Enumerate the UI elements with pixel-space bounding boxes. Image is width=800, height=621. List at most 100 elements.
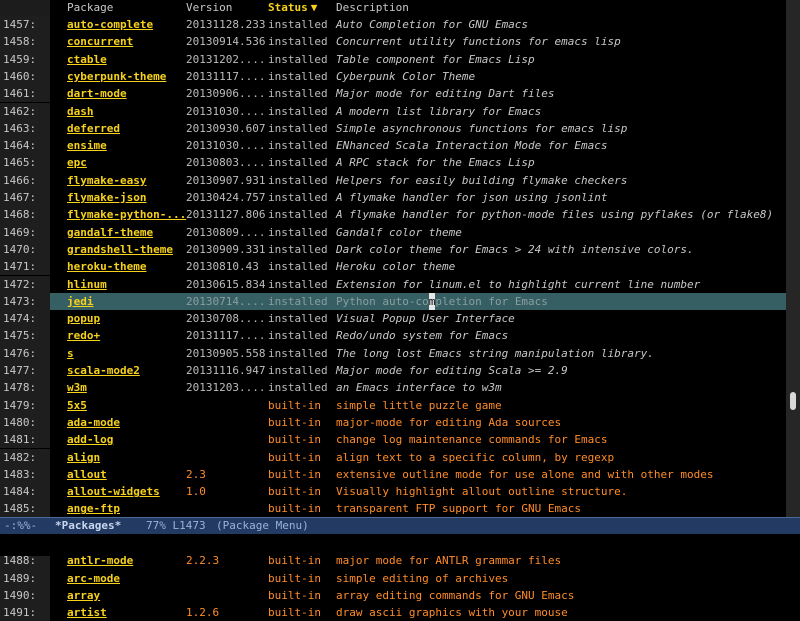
package-name-link[interactable]: dart-mode bbox=[67, 85, 127, 102]
package-name-link[interactable]: epc bbox=[67, 154, 87, 171]
table-row[interactable]: 1465: epc 20130803.... installed A RPC stack… bbox=[0, 154, 786, 172]
package-status: built-in bbox=[268, 415, 321, 429]
table-row[interactable]: 1464: ensime 20131030.... installed ENhanced… bbox=[0, 137, 786, 155]
package-name-link[interactable]: jedi bbox=[67, 293, 94, 310]
package-name-link[interactable]: heroku-theme bbox=[67, 258, 146, 275]
table-row[interactable]: 1459: ctable 20131202.... installed Table co… bbox=[0, 50, 786, 68]
package-status: built-in bbox=[268, 571, 321, 585]
modeline-major-mode[interactable]: (Package Menu) bbox=[216, 518, 309, 534]
package-status: installed bbox=[268, 35, 328, 49]
package-name-link[interactable]: w3m bbox=[67, 379, 87, 396]
package-name-link[interactable]: popup bbox=[67, 310, 100, 327]
package-description: Concurrent utility functions for emacs l… bbox=[336, 35, 621, 49]
package-status: installed bbox=[268, 208, 328, 222]
line-number: 1462: bbox=[0, 102, 50, 120]
package-description: Table component for Emacs Lisp bbox=[336, 52, 535, 66]
table-row[interactable]: 1461: dart-mode 20130906.... installed Major… bbox=[0, 85, 786, 103]
package-name-link[interactable]: auto-complete bbox=[67, 16, 153, 33]
table-row[interactable]: 1470: grandshell-theme 20130909.331 install… bbox=[0, 240, 786, 259]
table-row[interactable]: 1483: allout 2.3 built-in extensive outline … bbox=[0, 465, 786, 484]
table-row[interactable]: 1480: ada-mode built-in major-mode for edit… bbox=[0, 413, 786, 432]
column-header-status-label: Status bbox=[268, 1, 308, 14]
package-name-link[interactable]: ange-ftp bbox=[67, 500, 120, 517]
column-header-description[interactable]: Description bbox=[336, 1, 409, 15]
package-name-link[interactable]: redo+ bbox=[67, 327, 100, 344]
table-row[interactable]: 1472: hlinum 20130615.834 installed Extensio… bbox=[0, 275, 786, 293]
package-description: array editing commands for GNU Emacs bbox=[336, 588, 575, 602]
table-row[interactable]: 1473: jedi 20130714.... installed Python aut… bbox=[0, 292, 786, 311]
package-name-link[interactable]: array bbox=[67, 587, 100, 604]
table-row[interactable]: 1463: deferred 20130930.607 installed Simple… bbox=[0, 119, 786, 138]
table-row[interactable]: 1474: popup 20130708.... installed Visual Po… bbox=[0, 310, 786, 328]
package-description: simple editing of archives bbox=[336, 571, 509, 585]
table-row[interactable]: 1477: scala-mode2 20131116.947 installed Maj… bbox=[0, 362, 786, 380]
package-description: Helpers for easily building flymake chec… bbox=[336, 173, 628, 187]
package-description: Major mode for editing Scala >= 2.9 bbox=[336, 364, 568, 377]
line-number: 1466: bbox=[0, 171, 50, 189]
package-name-link[interactable]: allout bbox=[67, 466, 107, 483]
package-name-link[interactable]: arc-mode bbox=[67, 570, 120, 587]
table-row[interactable]: 1484: allout-widgets 1.0 built-in Visually h… bbox=[0, 483, 786, 501]
table-row[interactable]: 1458: concurrent 20130914.536 installed Conc… bbox=[0, 33, 786, 51]
package-version: 20130424.757 bbox=[186, 191, 266, 204]
package-name-link[interactable]: align bbox=[67, 449, 100, 466]
table-row[interactable]: 1481: add-log built-in change log maintenan… bbox=[0, 431, 786, 449]
package-name-link[interactable]: flymake-json bbox=[67, 189, 146, 206]
line-number: 1490: bbox=[0, 586, 50, 605]
package-name-link[interactable]: concurrent bbox=[67, 33, 133, 50]
package-name-link[interactable]: allout-widgets bbox=[67, 483, 160, 500]
vertical-scrollbar[interactable] bbox=[786, 0, 800, 517]
package-name-link[interactable]: grandshell-theme bbox=[67, 241, 173, 258]
package-name-link[interactable]: add-log bbox=[67, 431, 113, 448]
scrollbar-thumb[interactable] bbox=[790, 392, 796, 410]
line-number: 1472: bbox=[0, 275, 50, 293]
package-name-link[interactable]: ctable bbox=[67, 51, 107, 68]
column-header-version[interactable]: Version bbox=[186, 1, 232, 15]
column-header-status[interactable]: Status ▼ bbox=[268, 1, 317, 15]
package-name-link[interactable]: dash bbox=[67, 103, 94, 120]
package-name-link[interactable]: gandalf-theme bbox=[67, 224, 153, 241]
package-status: built-in bbox=[268, 433, 321, 447]
table-row[interactable]: 1491: artist 1.2.6 built-in draw ascii graph… bbox=[0, 604, 786, 621]
package-version: 20130809.... bbox=[186, 225, 266, 239]
table-row[interactable]: 1489: arc-mode built-in simple editing of a… bbox=[0, 569, 786, 587]
table-row[interactable]: 1485: ange-ftp built-in transparent FTP sup… bbox=[0, 500, 786, 518]
table-row[interactable]: 1471: heroku-theme 20130810.43 installed Her… bbox=[0, 258, 786, 276]
package-name-link[interactable]: artist bbox=[67, 604, 107, 621]
table-row[interactable]: 1466: flymake-easy 20130907.931 installed He… bbox=[0, 171, 786, 189]
package-name-link[interactable]: cyberpunk-theme bbox=[67, 68, 166, 85]
package-name-link[interactable]: scala-mode2 bbox=[67, 362, 140, 379]
table-row[interactable]: 1490: array built-in array editing commands… bbox=[0, 586, 786, 605]
package-status: built-in bbox=[268, 398, 321, 412]
column-header-package[interactable]: Package bbox=[67, 1, 113, 15]
package-status: built-in bbox=[268, 502, 321, 516]
package-name-link[interactable]: 5x5 bbox=[67, 397, 87, 414]
package-name-link[interactable]: ensime bbox=[67, 137, 107, 154]
package-name-link[interactable]: deferred bbox=[67, 120, 120, 137]
package-name-link[interactable]: flymake-easy bbox=[67, 172, 146, 189]
package-description: Redo/undo system for Emacs bbox=[336, 329, 509, 343]
line-number: 1483: bbox=[0, 465, 50, 484]
table-row[interactable]: 1457: auto-complete 20131128.233 installed A… bbox=[0, 16, 786, 34]
table-row[interactable]: 1467: flymake-json 20130424.757 installed A … bbox=[0, 189, 786, 207]
table-row[interactable]: 1469: gandalf-theme 20130809.... installed G… bbox=[0, 223, 786, 241]
line-number: 1475: bbox=[0, 327, 50, 345]
package-version: 20131116.947 bbox=[186, 364, 266, 377]
table-row[interactable]: 1460: cyberpunk-theme 20131117.... installe… bbox=[0, 67, 786, 86]
package-name-link[interactable]: s bbox=[67, 345, 74, 362]
table-row[interactable]: 1478: w3m 20131203.... installed an Emacs in… bbox=[0, 379, 786, 397]
table-row[interactable]: 1476: s 20130905.558 installed The long lost… bbox=[0, 344, 786, 362]
table-row[interactable]: 1475: redo+ 20131117.... installed Redo/undo… bbox=[0, 327, 786, 345]
package-description: A flymake handler for json using jsonlin… bbox=[336, 191, 608, 204]
package-status: installed bbox=[268, 242, 328, 256]
package-name-link[interactable]: hlinum bbox=[67, 276, 107, 293]
modeline-buffer-name[interactable]: *Packages* bbox=[55, 518, 121, 534]
package-version: 20130905.558 bbox=[186, 346, 266, 360]
table-row[interactable]: 1482: align built-in align text to a specif… bbox=[0, 448, 786, 466]
package-name-link[interactable]: flymake-python-... bbox=[67, 206, 186, 223]
table-row[interactable]: 1479: 5x5 built-in simple little puzzle gam… bbox=[0, 396, 786, 414]
package-name-link[interactable]: ada-mode bbox=[67, 414, 120, 431]
table-row[interactable]: 1462: dash 20131030.... installed A modern l… bbox=[0, 102, 786, 120]
table-row[interactable]: 1468: flymake-python-... 20131127.806 insta… bbox=[0, 206, 786, 224]
package-version: 20130907.931 bbox=[186, 173, 266, 187]
